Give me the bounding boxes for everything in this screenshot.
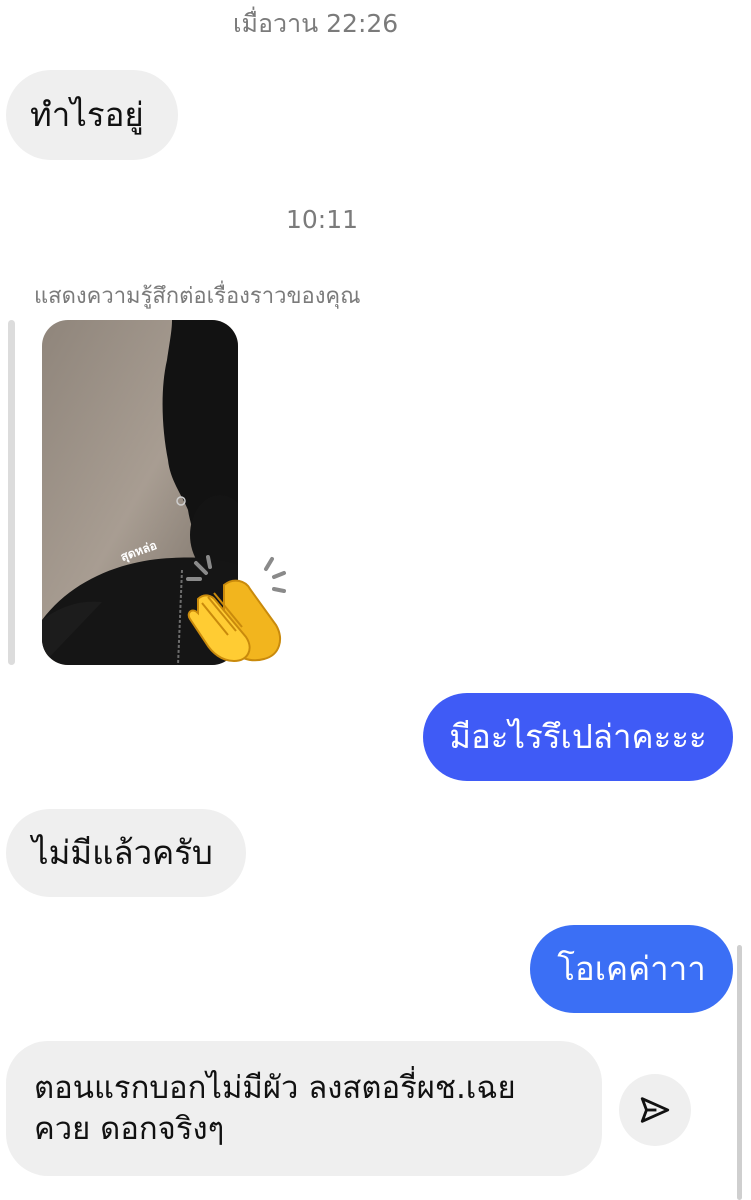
message-text: ทำไรอยู่	[30, 95, 144, 135]
clap-icon	[186, 555, 286, 663]
timestamp-yesterday: เมื่อวาน 22:26	[233, 9, 399, 38]
story-reply-label: แสดงความรู้สึกต่อเรื่องราวของคุณ	[34, 284, 361, 309]
scrollbar[interactable]	[737, 945, 742, 1200]
message-outgoing[interactable]: มีอะไรรึเปล่าคะะะ	[423, 693, 733, 781]
send-icon	[640, 1097, 670, 1123]
message-text: โอเคค่าาา	[557, 949, 706, 989]
message-text-line1: ตอนแรกบอกไม่มีผัว ลงสตอรี่ผช.เฉย	[34, 1070, 516, 1107]
send-button[interactable]	[619, 1074, 691, 1146]
reply-indicator-bar	[8, 320, 15, 665]
message-incoming[interactable]: ทำไรอยู่	[6, 70, 178, 160]
message-outgoing[interactable]: โอเคค่าาา	[530, 925, 733, 1013]
timestamp-today: 10:11	[286, 205, 359, 234]
message-text-line2: ควย ดอกจริงๆ	[34, 1110, 225, 1147]
message-text: มีอะไรรึเปล่าคะะะ	[449, 717, 707, 757]
message-incoming[interactable]: ตอนแรกบอกไม่มีผัว ลงสตอรี่ผช.เฉย ควย ดอก…	[6, 1041, 602, 1176]
message-text: ไม่มีแล้วครับ	[32, 833, 213, 873]
message-incoming[interactable]: ไม่มีแล้วครับ	[6, 809, 246, 897]
